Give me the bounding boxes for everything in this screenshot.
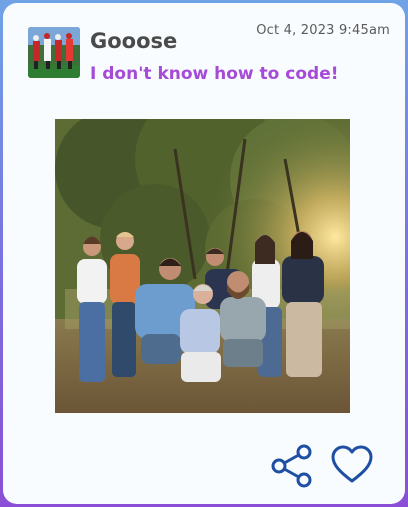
post-message: I don't know how to code! — [90, 64, 339, 84]
post-timestamp: Oct 4, 2023 9:45am — [256, 23, 390, 38]
post-photo[interactable] — [55, 119, 350, 413]
user-avatar[interactable] — [28, 27, 80, 78]
share-button[interactable] — [269, 443, 315, 489]
like-button[interactable] — [330, 445, 374, 485]
post-card: Gooose Oct 4, 2023 9:45am I don't know h… — [3, 3, 405, 504]
username[interactable]: Gooose — [90, 29, 177, 53]
avatar-image — [28, 27, 80, 78]
heart-icon — [331, 445, 373, 483]
share-icon — [271, 444, 312, 488]
family-photo-image — [55, 119, 350, 413]
